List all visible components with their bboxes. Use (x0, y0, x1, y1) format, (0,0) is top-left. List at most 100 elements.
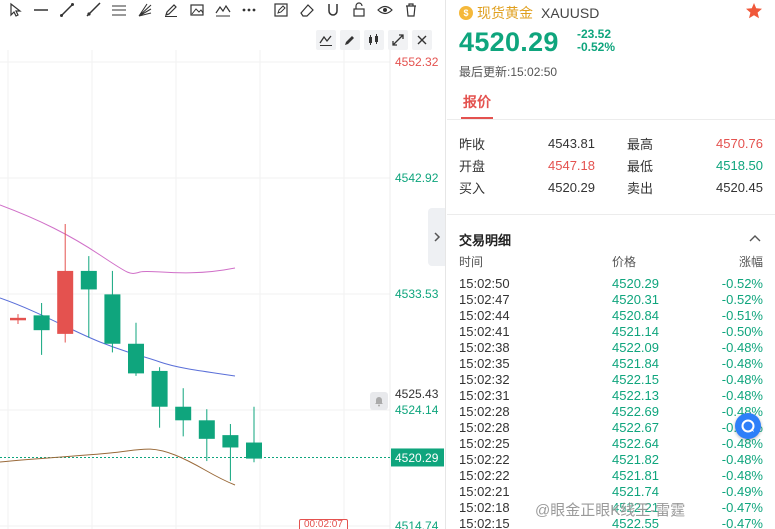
open-value: 4547.18 (548, 157, 595, 173)
header-price: 价格 (611, 255, 636, 269)
fibonacci-icon[interactable] (108, 1, 130, 19)
trade-time: 15:02:38 (459, 339, 510, 355)
trade-price: 4522.64 (612, 435, 659, 451)
ma-upper-line (0, 204, 236, 274)
candle-body (198, 420, 215, 439)
indicator-button[interactable] (316, 30, 336, 50)
alert-price-label: 4525.43 (395, 387, 439, 401)
trend-line-icon[interactable] (56, 1, 78, 19)
table-row: 15:02:50 4520.29 -0.52% (459, 275, 763, 291)
candle-body (57, 270, 74, 334)
chevron-up-icon[interactable] (749, 233, 761, 243)
fullscreen-button[interactable] (388, 30, 408, 50)
header-time: 时间 (459, 255, 484, 269)
collapse-panel-button[interactable] (428, 208, 445, 266)
candlestick-icon (369, 34, 378, 45)
edit-note-icon[interactable] (270, 1, 292, 19)
section-divider (447, 214, 775, 215)
trade-time: 15:02:28 (459, 403, 510, 419)
fan-tool-icon[interactable] (134, 1, 156, 19)
trash-icon[interactable] (400, 1, 422, 19)
close-chart-button[interactable] (412, 30, 432, 50)
chat-float-button[interactable] (735, 413, 761, 439)
candle-timer: 00:02:07 (299, 519, 348, 529)
trade-price: 4522.09 (612, 339, 659, 355)
table-row: 15:02:38 4522.09 -0.48% (459, 339, 763, 355)
stats-row: 昨收 4543.81 最高 4570.76 (459, 132, 764, 154)
price-tick-label: 4542.92 (395, 171, 439, 185)
table-row: 15:02:32 4522.15 -0.48% (459, 371, 763, 387)
trade-change: -0.51% (721, 307, 763, 323)
header-change: 涨幅 (738, 255, 763, 269)
trades-title: 交易明细 (459, 233, 512, 248)
current-price-label: 4520.29 (395, 451, 439, 465)
stats-row: 开盘 4547.18 最低 4518.50 (459, 154, 764, 176)
magnet-icon[interactable] (322, 1, 344, 19)
high-value: 4570.76 (716, 135, 763, 151)
candle-body (80, 270, 97, 290)
image-icon[interactable] (186, 1, 208, 19)
trade-price: 4521.74 (612, 483, 659, 499)
trade-time: 15:02:21 (459, 483, 510, 499)
trade-change: -0.50% (721, 323, 763, 339)
moving-average-lines (0, 204, 236, 486)
candlestick-chart[interactable]: 4552.32 4542.92 4533.53 4525.43 4524.14 4520.… (0, 50, 446, 529)
last-updated: 最后更新:15:02:50 (459, 65, 558, 79)
chart-actions (316, 30, 432, 50)
trade-price: 4520.84 (612, 307, 659, 323)
candle (10, 314, 26, 325)
favorite-star-icon[interactable] (745, 2, 763, 20)
chart-pane[interactable]: 4552.32 4542.92 4533.53 4525.43 4524.14 4520.… (0, 0, 446, 529)
trade-change: -0.48% (721, 339, 763, 355)
wave-pattern-icon[interactable] (212, 1, 234, 19)
bid-label: 买入 (459, 180, 486, 196)
horizontal-line-icon[interactable] (30, 1, 52, 19)
price-tick-label: 4552.32 (395, 55, 439, 69)
trade-price: 4520.31 (612, 291, 659, 307)
eye-icon[interactable] (374, 1, 396, 19)
trade-price: 4521.84 (612, 355, 659, 371)
trade-time: 15:02:31 (459, 387, 510, 403)
trade-time: 15:02:41 (459, 323, 510, 339)
tab-quote[interactable]: 报价 (463, 92, 491, 112)
price-alert-button[interactable] (370, 392, 388, 410)
trades-list: 15:02:50 4520.29 -0.52% 15:02:47 4520.31 -0.5… (459, 275, 763, 529)
active-tab-indicator (461, 117, 493, 119)
candle (104, 270, 121, 353)
candle-body (151, 370, 168, 407)
trade-change: -0.48% (721, 451, 763, 467)
table-row: 15:02:35 4521.84 -0.48% (459, 355, 763, 371)
price-tick-label: 4533.53 (395, 287, 439, 301)
chat-bubble-icon (741, 419, 755, 433)
lock-icon[interactable] (348, 1, 370, 19)
trade-time: 15:02:35 (459, 355, 510, 371)
candle (151, 367, 168, 428)
price-tick-label: 4524.14 (395, 403, 439, 417)
ray-line-icon[interactable] (82, 1, 104, 19)
price-axis: 4552.32 4542.92 4533.53 4525.43 4524.14 4520.… (391, 55, 444, 529)
cursor-tool-icon[interactable] (4, 1, 26, 19)
bid-value: 4520.29 (548, 179, 595, 195)
high-label: 最高 (627, 136, 654, 152)
trade-change: -0.48% (721, 355, 763, 371)
chart-type-button[interactable] (364, 30, 384, 50)
stats-row: 买入 4520.29 卖出 4520.45 (459, 176, 764, 198)
low-label: 最低 (627, 158, 654, 174)
trade-price: 4520.29 (612, 275, 659, 291)
candle (198, 409, 215, 462)
candle-body (10, 317, 26, 321)
table-row: 15:02:284522.67-0.48% (459, 419, 763, 435)
candle (57, 223, 74, 343)
pencil-icon[interactable] (160, 1, 182, 19)
prev-close-value: 4543.81 (548, 135, 595, 151)
watermark: @眼金正眼K线王-雷霆 (535, 502, 686, 519)
table-row: 15:02:44 4520.84 -0.51% (459, 307, 763, 323)
table-row: 15:02:47 4520.31 -0.52% (459, 291, 763, 307)
draw-button[interactable] (340, 30, 360, 50)
more-tools-icon[interactable] (238, 1, 260, 19)
eraser-icon[interactable] (296, 1, 318, 19)
trade-price: 4522.67 (612, 419, 659, 435)
last-price: 4520.29 (459, 27, 559, 57)
pencil-icon (345, 36, 354, 45)
trade-change: -0.52% (721, 291, 763, 307)
